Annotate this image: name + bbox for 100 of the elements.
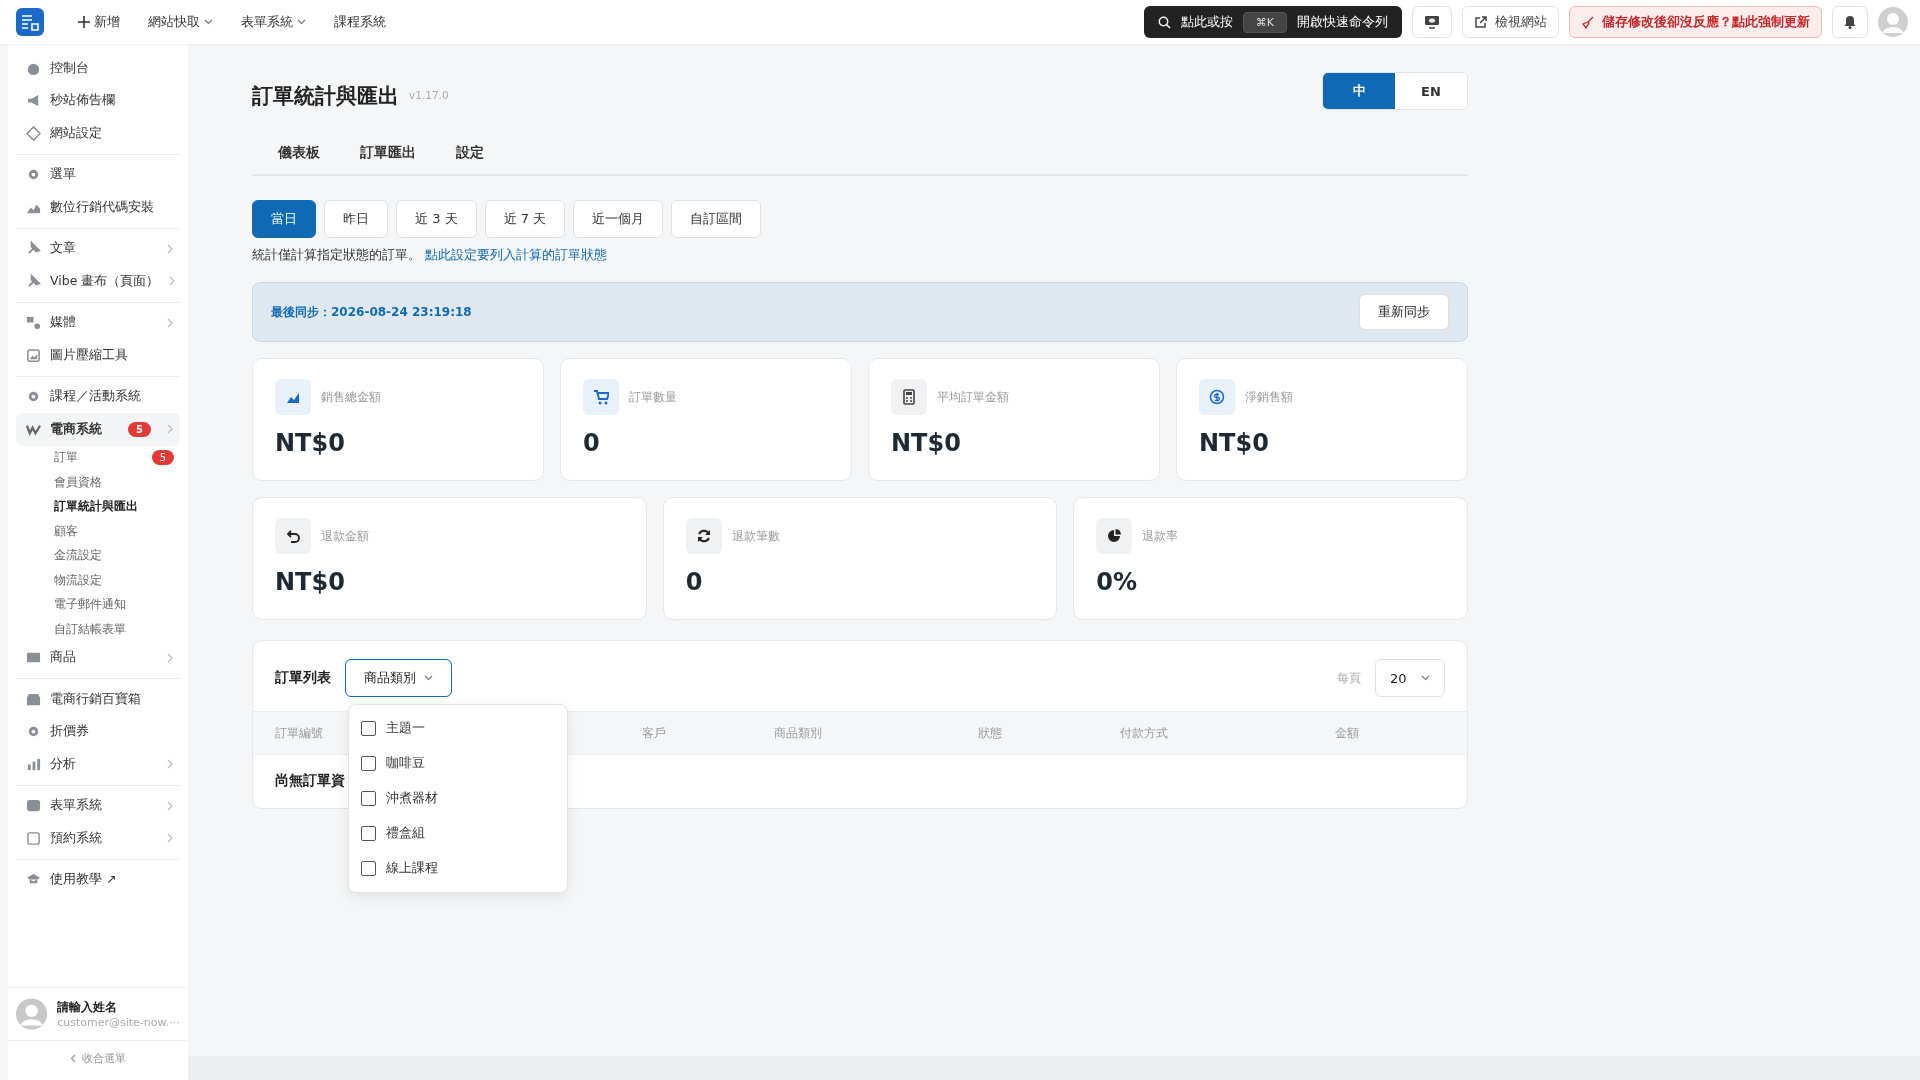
last-sync-text: 最後同步：2026-08-24 23:19:18: [271, 303, 472, 321]
refresh-icon: [685, 518, 722, 554]
add-menu[interactable]: 新增: [70, 9, 128, 35]
tab[interactable]: 設定: [436, 134, 504, 174]
sidebar-item[interactable]: 分析: [16, 748, 180, 781]
checkbox[interactable]: [361, 756, 376, 771]
submenu-item[interactable]: 金流設定: [16, 543, 180, 568]
period-button[interactable]: 近 3 天: [396, 200, 477, 238]
stat-label: 淨銷售額: [1245, 388, 1293, 406]
submenu-item[interactable]: 訂單統計與匯出: [16, 494, 180, 519]
pin-icon: [26, 241, 41, 257]
top-menu[interactable]: 表單系統: [233, 9, 314, 35]
image-icon: [26, 347, 41, 363]
sidebar-label: 使用教學 ↗: [50, 871, 118, 889]
tab[interactable]: 訂單匯出: [340, 134, 436, 174]
sidebar-item[interactable]: 折價券: [16, 715, 180, 748]
notification-button[interactable]: [1832, 6, 1868, 38]
preview-button[interactable]: [1412, 6, 1452, 38]
option-label: 禮盒組: [386, 825, 425, 842]
empty-message: 尚無訂單資: [275, 772, 345, 788]
option-label: 主題一: [386, 720, 425, 737]
sidebar-item[interactable]: 秒站佈告欄: [16, 84, 180, 117]
monitor-icon: [1424, 15, 1440, 29]
stat-label: 退款筆數: [731, 527, 780, 545]
submenu-item[interactable]: 自訂結帳表單: [16, 617, 180, 642]
command-palette-button[interactable]: 點此或按 ⌘K 開啟快速命令列: [1143, 6, 1402, 38]
submenu-label: 自訂結帳表單: [54, 621, 127, 637]
chevron-right-icon: [166, 317, 174, 328]
per-page-label: 每頁: [1337, 669, 1361, 687]
category-option[interactable]: 沖煮器材: [349, 781, 567, 816]
submenu-item[interactable]: 會員資格: [16, 470, 180, 495]
top-menu[interactable]: 課程系統: [326, 9, 394, 35]
submenu-item[interactable]: 顧客: [16, 519, 180, 544]
chevron-down-icon: [1421, 675, 1430, 681]
app-logo[interactable]: [16, 8, 44, 36]
option-label: 沖煮器材: [386, 790, 438, 807]
stat-value: 0%: [1096, 568, 1139, 596]
period-button[interactable]: 近 7 天: [484, 200, 566, 238]
user-name: 請輸入姓名: [57, 999, 119, 1016]
sidebar-item[interactable]: 商品: [16, 641, 180, 674]
sidebar-item[interactable]: 選單: [16, 158, 180, 191]
sidebar-item[interactable]: 控制台: [16, 52, 180, 85]
checkbox[interactable]: [361, 721, 376, 736]
tab[interactable]: 儀表板: [258, 134, 340, 174]
settings-link[interactable]: 點此設定要列入計算的訂單狀態: [421, 247, 608, 262]
period-button[interactable]: 昨日: [324, 200, 388, 238]
sidebar-item[interactable]: 預約系統: [16, 822, 180, 855]
category-option[interactable]: 禮盒組: [349, 816, 567, 851]
sidebar-label: 網站設定: [50, 124, 103, 142]
checkbox[interactable]: [361, 791, 376, 806]
language-toggle[interactable]: 中: [1323, 73, 1395, 109]
submenu-label: 顧客: [54, 523, 79, 539]
sidebar-item[interactable]: 電商行銷百寶箱: [16, 683, 180, 716]
count-badge: 5: [128, 421, 151, 437]
checkbox[interactable]: [361, 826, 376, 841]
category-option[interactable]: 線上課程: [349, 851, 567, 886]
stat-value: NT$0: [275, 429, 346, 457]
sidebar-label: 媒體: [50, 314, 77, 332]
period-button[interactable]: 當日: [252, 200, 316, 238]
sidebar-item[interactable]: Vibe 畫布（頁面）: [16, 265, 180, 298]
period-button[interactable]: 近一個月: [573, 200, 664, 238]
sidebar-item[interactable]: 課程／活動系統: [16, 380, 180, 413]
submenu-item[interactable]: 物流設定: [16, 568, 180, 593]
sidebar-label: 表單系統: [50, 797, 103, 815]
sidebar-item[interactable]: 文章: [16, 232, 180, 265]
top-menu[interactable]: 網站快取: [140, 9, 221, 35]
sidebar-item[interactable]: 圖片壓縮工具: [16, 339, 180, 372]
checkbox[interactable]: [361, 861, 376, 876]
pie-chart-icon: [1096, 518, 1133, 554]
submenu-label: 金流設定: [54, 548, 103, 564]
user-email: customer@site-now.⋯: [57, 1016, 180, 1029]
undo-icon: [275, 518, 311, 554]
sidebar-item[interactable]: 使用教學 ↗: [16, 863, 180, 896]
submenu-item[interactable]: 電子郵件通知: [16, 592, 180, 617]
sidebar-label: 商品: [50, 649, 77, 667]
sidebar-label: 電商系統: [50, 420, 103, 438]
sidebar-item[interactable]: 數位行銷代碼安裝: [16, 191, 180, 224]
period-button[interactable]: 自訂區間: [671, 200, 762, 238]
sidebar-item[interactable]: 媒體: [16, 306, 180, 339]
stat-value: NT$0: [1199, 429, 1270, 457]
chevron-right-icon: [166, 243, 174, 254]
sidebar-label: 電商行銷百寶箱: [50, 690, 142, 708]
submenu-item[interactable]: 訂單 5: [16, 445, 180, 470]
sidebar-item[interactable]: 表單系統: [16, 789, 180, 822]
sidebar-item[interactable]: 電商系統 5: [16, 413, 180, 446]
category-filter[interactable]: 商品類別: [345, 659, 452, 697]
broom-icon: [1581, 15, 1594, 29]
view-site-button[interactable]: 檢視網站: [1462, 6, 1559, 38]
submenu-label: 電子郵件通知: [54, 597, 127, 613]
category-option[interactable]: 主題一: [349, 711, 567, 746]
plus-icon: [78, 16, 90, 28]
chart-icon: [275, 379, 311, 415]
sidebar-label: Vibe 畫布（頁面）: [50, 272, 160, 290]
resync-button[interactable]: 重新同步: [1359, 294, 1449, 330]
sidebar-item[interactable]: 網站設定: [16, 117, 180, 150]
force-update-button[interactable]: 儲存修改後卻沒反應？點此強制更新: [1569, 6, 1822, 38]
submenu-label: 訂單統計與匯出: [54, 499, 139, 515]
category-option[interactable]: 咖啡豆: [349, 746, 567, 781]
megaphone-icon: [26, 93, 41, 109]
per-page-select[interactable]: 20: [1375, 659, 1445, 697]
